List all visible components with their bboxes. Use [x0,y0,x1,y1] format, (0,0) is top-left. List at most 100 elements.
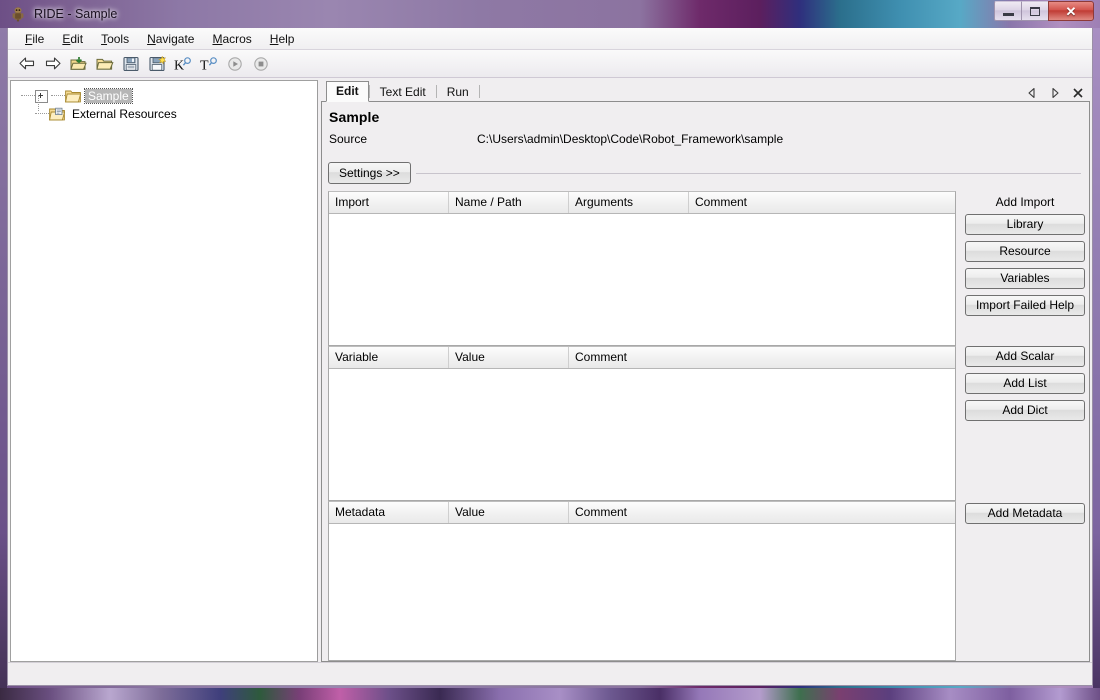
import-failed-help-button[interactable]: Import Failed Help [965,295,1085,316]
open-folder-new-button[interactable] [67,52,91,76]
tree-node-external-resources[interactable]: External Resources [11,105,317,123]
project-tree-panel[interactable]: Sample External Resources [10,80,318,662]
import-grid-header: Import Name / Path Arguments Comment [329,192,955,214]
svg-text:T: T [200,58,209,72]
save-all-button[interactable] [145,52,169,76]
editor-tab-bar: Edit Text Edit Run [321,80,1090,102]
search-tests-button[interactable]: T [197,52,221,76]
tab-next-icon[interactable] [1049,87,1061,99]
tree-line [21,95,35,97]
run-icon [228,56,242,71]
open-folder-new-icon [70,56,87,70]
import-grid[interactable]: Import Name / Path Arguments Comment [328,191,956,346]
column-header-import[interactable]: Import [329,192,449,213]
tab-run[interactable]: Run [437,82,479,102]
menu-help[interactable]: Help [261,30,304,48]
add-metadata-button[interactable]: Add Metadata [965,503,1085,524]
open-folder-icon [96,58,114,70]
tab-prev-icon[interactable] [1026,87,1038,99]
source-path: C:\Users\admin\Desktop\Code\Robot_Framew… [477,132,784,146]
resource-folder-icon [49,107,65,121]
app-icon [10,6,26,22]
menu-navigate[interactable]: Navigate [138,30,203,48]
tree-line [51,95,65,97]
add-library-button[interactable]: Library [965,214,1085,235]
run-button[interactable] [223,52,247,76]
column-header-variable[interactable]: Variable [329,347,449,368]
add-metadata-panel: Add Metadata [956,501,1089,661]
client-area: File Edit Tools Navigate Macros Help K T… [7,28,1093,686]
tree-node-label: Sample [84,88,133,104]
menu-edit[interactable]: Edit [53,30,92,48]
save-all-icon [148,55,166,71]
column-header-comment[interactable]: Comment [689,192,955,213]
column-header-name-path[interactable]: Name / Path [449,192,569,213]
open-folder-button[interactable] [93,52,117,76]
back-arrow-button[interactable] [15,52,39,76]
search-keyword-button[interactable]: K [171,52,195,76]
page-title: Sample [329,109,380,125]
forward-arrow-button[interactable] [41,52,65,76]
menu-file[interactable]: File [16,30,53,48]
minimize-button[interactable] [994,1,1022,21]
add-scalar-button[interactable]: Add Scalar [965,346,1085,367]
add-variable-panel: Add Scalar Add List Add Dict [956,346,1089,501]
menu-tools[interactable]: Tools [92,30,138,48]
settings-toggle-row: Settings >> [328,162,1089,184]
settings-toggle-button[interactable]: Settings >> [328,162,411,184]
save-button[interactable] [119,52,143,76]
stop-button[interactable] [249,52,273,76]
close-icon: ✕ [1065,3,1077,19]
tab-separator [478,85,480,98]
add-dict-button[interactable]: Add Dict [965,400,1085,421]
settings-divider [415,172,1081,174]
close-button[interactable]: ✕ [1048,1,1094,21]
title-bar: RIDE - Sample ✕ [0,0,1100,28]
import-grid-body[interactable] [329,214,955,345]
menu-bar: File Edit Tools Navigate Macros Help [8,28,1092,50]
application-window: RIDE - Sample ✕ File Edit Tools Navigate… [0,0,1100,700]
tree-connector [38,95,40,111]
tree-node-sample[interactable]: Sample [11,87,317,105]
add-list-button[interactable]: Add List [965,373,1085,394]
expand-icon[interactable] [35,89,48,103]
menu-macros[interactable]: Macros [203,30,260,48]
forward-arrow-icon [45,57,61,70]
tab-navigation [1026,87,1084,99]
variable-grid-body[interactable] [329,369,955,500]
tab-text-edit[interactable]: Text Edit [370,82,436,102]
main-split: Sample External Resources Edit Text Edit… [8,78,1092,662]
add-variables-button[interactable]: Variables [965,268,1085,289]
column-header-value[interactable]: Value [449,502,569,523]
robot-icon [12,7,24,22]
back-arrow-icon [19,57,35,70]
project-tree: Sample External Resources [11,81,317,123]
column-header-comment[interactable]: Comment [569,347,955,368]
toolbar: K T [8,50,1092,78]
variable-grid[interactable]: Variable Value Comment [328,346,956,501]
metadata-grid-body[interactable] [329,524,955,660]
window-border-left [0,28,7,700]
column-header-comment[interactable]: Comment [569,502,955,523]
window-border-right [1093,28,1100,700]
tree-node-label: External Resources [72,107,177,121]
column-header-arguments[interactable]: Arguments [569,192,689,213]
column-header-value[interactable]: Value [449,347,569,368]
stop-icon [254,56,268,71]
tab-edit[interactable]: Edit [326,81,369,102]
source-label: Source [329,132,368,146]
folder-icon [65,90,81,103]
search-tests-icon: T [200,56,217,72]
svg-text:K: K [174,58,184,72]
metadata-grid[interactable]: Metadata Value Comment [328,501,956,661]
document-header: Sample Source C:\Users\admin\Desktop\Cod… [322,102,1089,146]
maximize-button[interactable] [1021,1,1049,21]
source-row: Source C:\Users\admin\Desktop\Code\Robot… [329,132,1089,146]
tab-close-icon[interactable] [1072,87,1084,99]
add-resource-button[interactable]: Resource [965,241,1085,262]
maximize-icon [1030,6,1040,16]
window-title: RIDE - Sample [34,7,118,21]
column-header-metadata[interactable]: Metadata [329,502,449,523]
search-keyword-icon: K [174,56,191,72]
tree-line [35,113,49,115]
